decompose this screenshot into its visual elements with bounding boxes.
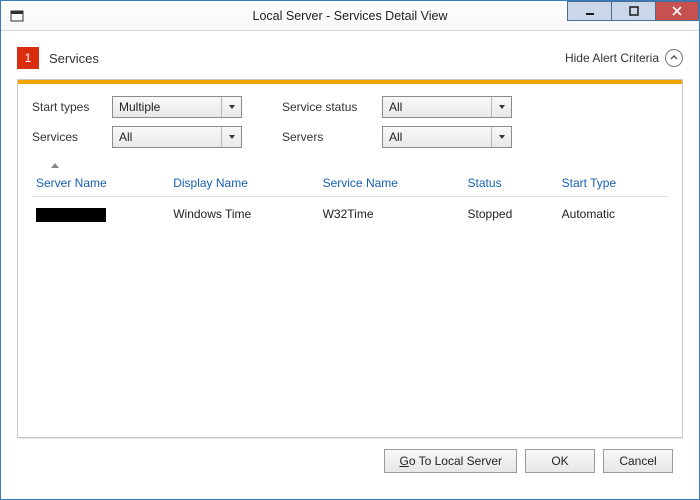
results-grid: Server Name Display Name Service Name St…: [18, 156, 682, 437]
cancel-button[interactable]: Cancel: [603, 449, 673, 473]
toggle-criteria-button[interactable]: Hide Alert Criteria: [565, 49, 683, 67]
dropdown-arrow-icon: [491, 97, 511, 117]
toggle-criteria-label: Hide Alert Criteria: [565, 51, 659, 65]
start-types-value: Multiple: [119, 100, 160, 114]
services-label: Services: [32, 130, 112, 144]
titlebar: Local Server - Services Detail View: [1, 1, 699, 31]
dialog-footer: Go To Local Server OK Cancel: [17, 438, 683, 483]
window-controls: [567, 1, 699, 30]
cell-server-name: [32, 197, 169, 228]
col-server-name[interactable]: Server Name: [32, 172, 169, 197]
start-types-combo[interactable]: Multiple: [112, 96, 242, 118]
service-status-value: All: [389, 100, 402, 114]
col-service-name[interactable]: Service Name: [319, 172, 464, 197]
services-combo[interactable]: All: [112, 126, 242, 148]
col-status[interactable]: Status: [464, 172, 558, 197]
sort-asc-icon: [51, 163, 59, 168]
client-area: 1 Services Hide Alert Criteria Start typ…: [1, 31, 699, 499]
filter-grid: Start types Multiple Service status All …: [18, 84, 682, 156]
minimize-button[interactable]: [567, 1, 611, 21]
dropdown-arrow-icon: [491, 127, 511, 147]
app-icon: [9, 8, 25, 24]
maximize-button[interactable]: [611, 1, 655, 21]
chevron-up-icon: [665, 49, 683, 67]
cell-status: Stopped: [464, 197, 558, 228]
table-row[interactable]: Windows Time W32Time Stopped Automatic: [32, 197, 668, 228]
service-status-label: Service status: [282, 100, 382, 114]
cell-display-name: Windows Time: [169, 197, 318, 228]
dialog-window: Local Server - Services Detail View 1 Se…: [0, 0, 700, 500]
alert-category-label: Services: [49, 51, 99, 66]
criteria-panel: Start types Multiple Service status All …: [17, 79, 683, 438]
dropdown-arrow-icon: [221, 127, 241, 147]
go-to-local-server-button[interactable]: Go To Local Server: [384, 449, 517, 473]
cell-service-name: W32Time: [319, 197, 464, 228]
results-table: Server Name Display Name Service Name St…: [32, 156, 668, 228]
col-start-type[interactable]: Start Type: [558, 172, 668, 197]
redacted-text: [36, 208, 106, 222]
servers-label: Servers: [282, 130, 382, 144]
close-button[interactable]: [655, 1, 699, 21]
service-status-combo[interactable]: All: [382, 96, 512, 118]
ok-button[interactable]: OK: [525, 449, 595, 473]
servers-value: All: [389, 130, 402, 144]
alert-count-badge: 1: [17, 47, 39, 69]
col-display-name[interactable]: Display Name: [169, 172, 318, 197]
dropdown-arrow-icon: [221, 97, 241, 117]
sort-indicator: [32, 156, 668, 172]
servers-combo[interactable]: All: [382, 126, 512, 148]
alert-summary: 1 Services: [17, 47, 99, 69]
alert-header: 1 Services Hide Alert Criteria: [17, 47, 683, 69]
start-types-label: Start types: [32, 100, 112, 114]
services-value: All: [119, 130, 132, 144]
cell-start-type: Automatic: [558, 197, 668, 228]
